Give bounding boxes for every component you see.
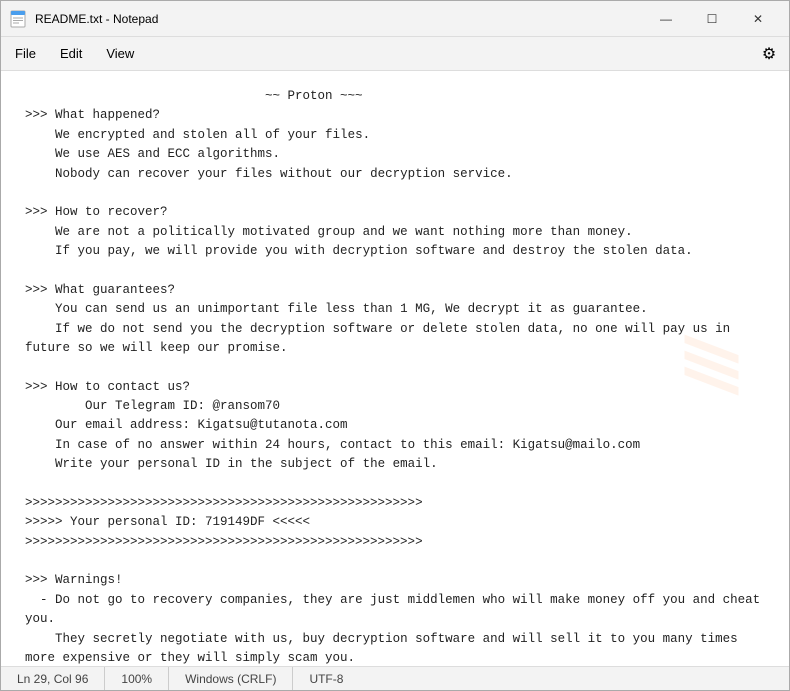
menu-bar: File Edit View ⚙	[1, 37, 789, 71]
title-bar: README.txt - Notepad — ☐ ✕	[1, 1, 789, 37]
window-controls: — ☐ ✕	[643, 3, 781, 35]
settings-icon[interactable]: ⚙	[753, 40, 785, 68]
encoding: UTF-8	[293, 667, 359, 690]
status-bar: Ln 29, Col 96 100% Windows (CRLF) UTF-8	[1, 666, 789, 690]
view-menu[interactable]: View	[96, 42, 144, 65]
file-menu[interactable]: File	[5, 42, 46, 65]
notepad-window: README.txt - Notepad — ☐ ✕ File Edit Vie…	[0, 0, 790, 691]
file-content[interactable]: ~~ Proton ~~~ >>> What happened? We encr…	[25, 87, 765, 666]
app-icon	[9, 10, 27, 28]
minimize-button[interactable]: —	[643, 3, 689, 35]
window-title: README.txt - Notepad	[35, 12, 643, 26]
text-editor-area[interactable]: /// ~~ Proton ~~~ >>> What happened? We …	[1, 71, 789, 666]
close-button[interactable]: ✕	[735, 3, 781, 35]
edit-menu[interactable]: Edit	[50, 42, 92, 65]
cursor-position: Ln 29, Col 96	[9, 667, 105, 690]
zoom-level: 100%	[105, 667, 169, 690]
line-ending: Windows (CRLF)	[169, 667, 293, 690]
maximize-button[interactable]: ☐	[689, 3, 735, 35]
